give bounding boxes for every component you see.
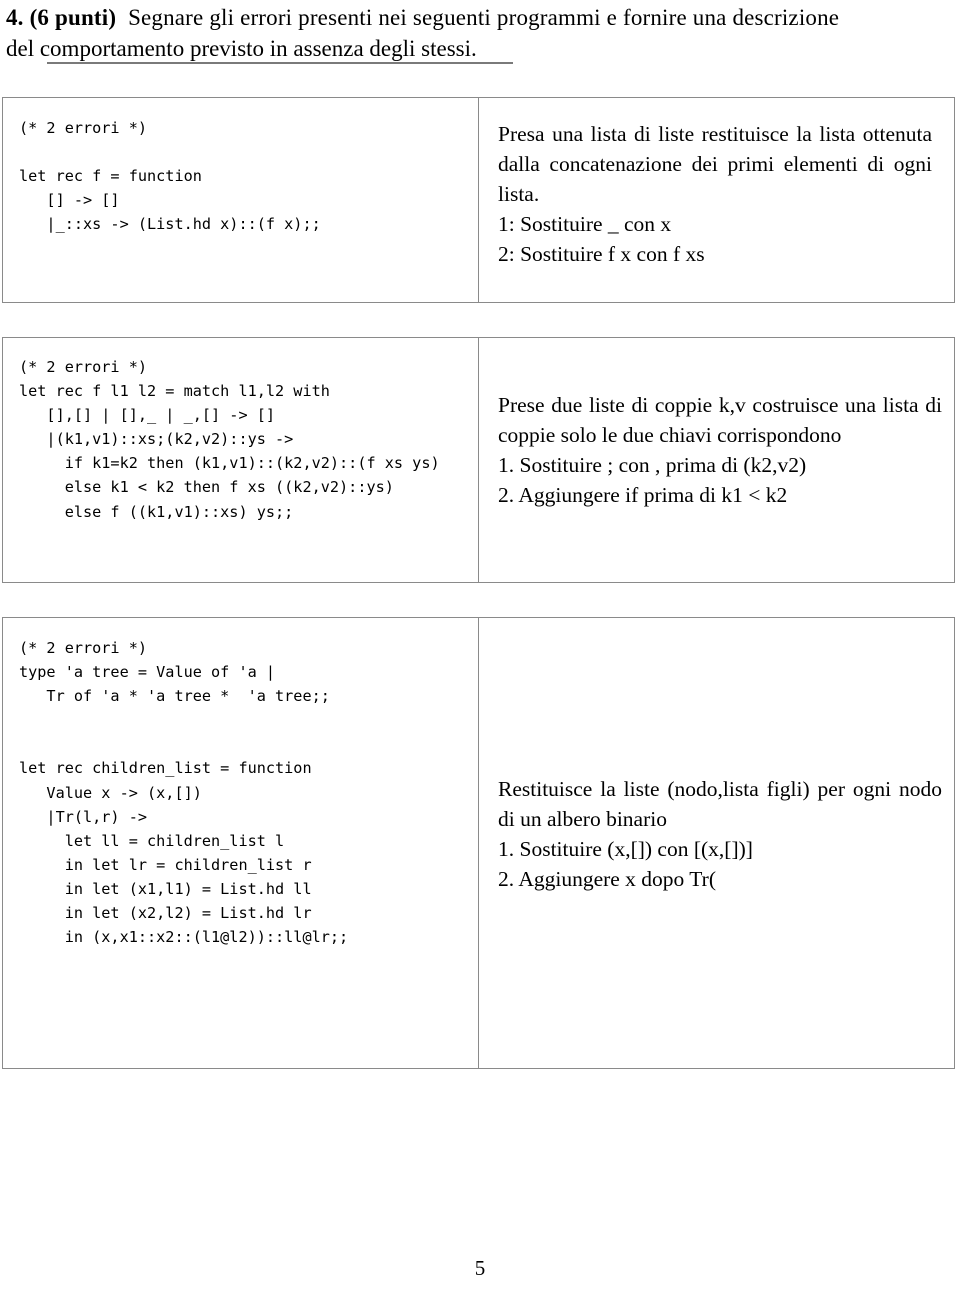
page-number: 5	[474, 1256, 486, 1280]
description-fix-3-2: 2. Aggiungere x dopo Tr(	[498, 867, 716, 891]
program-code-cell-2: (* 2 errori *) let rec f l1 l2 = match l…	[3, 338, 479, 582]
question-header: 4. (6 punti) Segnare gli errori presenti…	[6, 2, 954, 64]
code-listing-1: (* 2 errori *) let rec f = function [] -…	[19, 119, 321, 234]
description-fix-2-2: 2. Aggiungere if prima di k1 < k2	[498, 483, 788, 507]
program-block-2: (* 2 errori *) let rec f l1 l2 = match l…	[2, 337, 955, 583]
question-underline-rule	[47, 62, 513, 64]
code-wrap-3: (* 2 errori *) type 'a tree = Value of '…	[3, 618, 478, 949]
program-description-cell-2: Prese due liste di coppie k,v costruisce…	[479, 338, 954, 582]
description-paragraph-2: Prese due liste di coppie k,v costruisce…	[498, 393, 942, 447]
program-code-cell-1: (* 2 errori *) let rec f = function [] -…	[3, 98, 479, 302]
program-description-cell-1: Presa una lista di liste restituisce la …	[479, 98, 954, 302]
code-listing-2: (* 2 errori *) let rec f l1 l2 = match l…	[19, 358, 440, 521]
question-text-line-1: Segnare gli errori presenti nei seguenti…	[128, 5, 840, 30]
description-fix-3-1: 1. Sostituire (x,[]) con [(x,[])]	[498, 837, 753, 861]
description-fix-2-1: 1. Sostituire ; con , prima di (k2,v2)	[498, 453, 807, 477]
program-description-cell-3: Restituisce la liste (nodo,lista figli) …	[479, 618, 954, 1068]
code-wrap-1: (* 2 errori *) let rec f = function [] -…	[3, 98, 478, 236]
document-page: 4. (6 punti) Segnare gli errori presenti…	[0, 0, 960, 1295]
description-fix-1-1: 1: Sostituire _ con x	[498, 212, 672, 236]
program-block-1: (* 2 errori *) let rec f = function [] -…	[2, 97, 955, 303]
code-listing-3: (* 2 errori *) type 'a tree = Value of '…	[19, 639, 349, 947]
question-line-2: del comportamento previsto in assenza de…	[6, 33, 954, 64]
program-block-3: (* 2 errori *) type 'a tree = Value of '…	[2, 617, 955, 1069]
description-wrap-3: Restituisce la liste (nodo,lista figli) …	[479, 618, 954, 894]
question-line-1: 4. (6 punti) Segnare gli errori presenti…	[6, 2, 954, 33]
code-wrap-2: (* 2 errori *) let rec f l1 l2 = match l…	[3, 338, 478, 524]
question-text-line-2: del comportamento previsto in assenza de…	[6, 36, 477, 61]
description-paragraph-1: Presa una lista di liste restituisce la …	[498, 122, 932, 206]
question-number: 4.	[6, 5, 24, 30]
description-paragraph-3: Restituisce la liste (nodo,lista figli) …	[498, 777, 942, 831]
program-code-cell-3: (* 2 errori *) type 'a tree = Value of '…	[3, 618, 479, 1068]
description-wrap-1: Presa una lista di liste restituisce la …	[479, 98, 946, 269]
description-wrap-2: Prese due liste di coppie k,v costruisce…	[479, 338, 954, 510]
question-points: (6 punti)	[29, 5, 117, 30]
description-fix-1-2: 2: Sostituire f x con f xs	[498, 242, 705, 266]
